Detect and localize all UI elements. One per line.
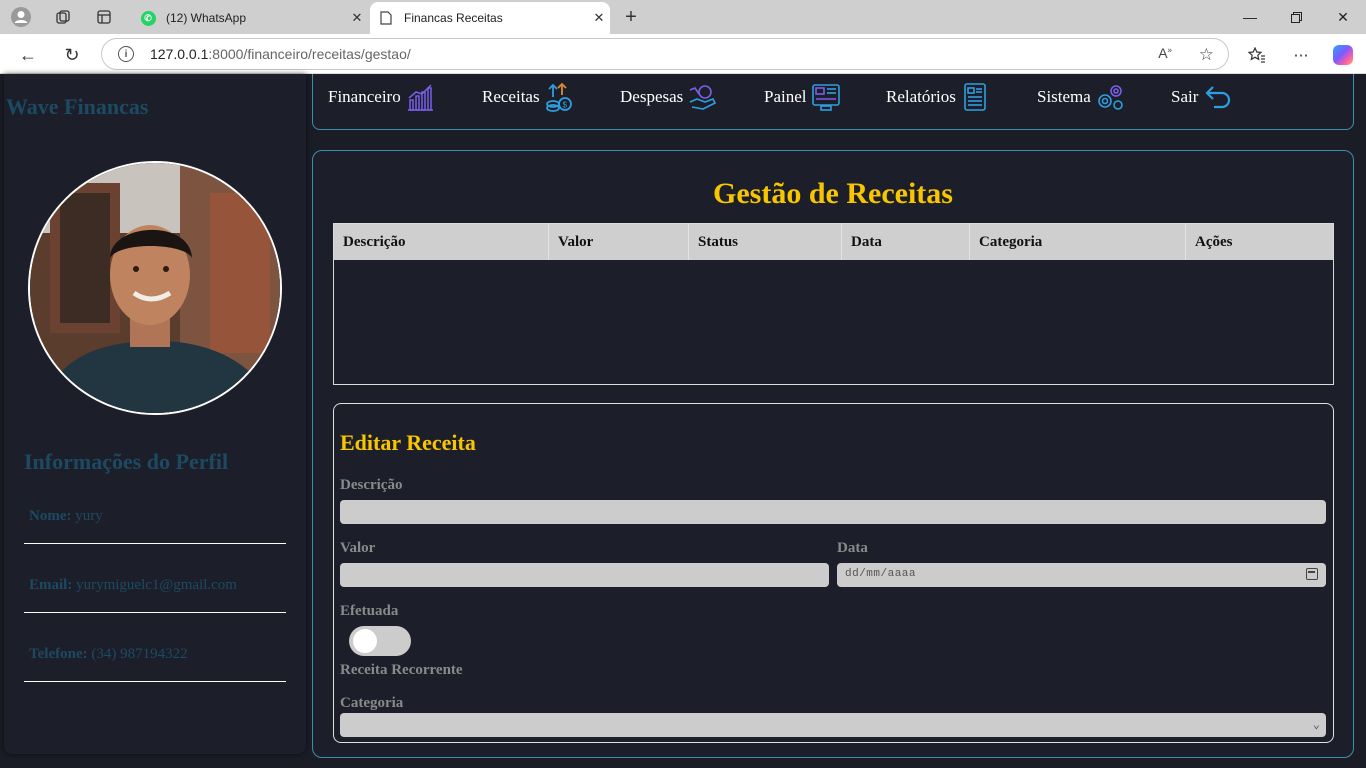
url-field[interactable]: i 127.0.0.1:8000/financeiro/receitas/ges… [101,38,1229,70]
nav-receitas[interactable]: Receitas $ [482,82,574,112]
nav-despesas[interactable]: Despesas [620,82,717,112]
profile-email-row: Email: yurymiguelc1@gmail.com [24,577,286,613]
category-label: Categoria [340,695,404,711]
name-label: Nome: [29,508,72,524]
nav-label: Despesas [620,87,684,106]
tab-whatsapp[interactable]: ✆ (12) WhatsApp ✕ [132,2,368,34]
tab-financas-receitas[interactable]: Financas Receitas ✕ [370,2,610,34]
nav-relatorios[interactable]: Relatórios [886,82,990,112]
nav-label: Sistema [1037,87,1091,106]
minimize-icon[interactable]: — [1227,0,1273,34]
category-select[interactable]: ⌄ [340,713,1326,737]
email-label: Email: [29,577,73,593]
nav-label: Receitas [482,87,540,106]
column-header: Data [842,224,970,260]
done-toggle[interactable] [349,626,411,656]
date-placeholder: dd/mm/aaaa [845,568,917,580]
profile-phone-row: Telefone: (34) 987194322 [24,646,286,682]
email-value: yurymiguelc1@gmail.com [76,577,237,593]
new-tab-icon[interactable]: + [620,6,642,28]
close-window-icon[interactable]: ✕ [1320,0,1366,34]
column-header: Status [689,224,842,260]
address-bar: ← ↻ i 127.0.0.1:8000/financeiro/receitas… [0,34,1366,74]
value-input[interactable] [340,563,829,587]
dashboard-icon [811,82,841,112]
svg-text:$: $ [562,101,567,110]
date-label: Data [837,540,868,556]
hand-coin-icon [687,82,717,112]
brand-title: Wave Financas [6,94,149,119]
url-text: 127.0.0.1:8000/financeiro/receitas/gesta… [150,46,411,62]
favorite-star-icon[interactable]: ☆ [1199,45,1214,65]
page: Wave Financas Informações do Perfil Nome… [0,74,1366,768]
description-label: Descrição [340,477,403,493]
nav-label: Financeiro [328,87,401,106]
close-icon[interactable]: ✕ [346,10,368,26]
read-aloud-icon[interactable]: A» [1158,45,1172,61]
column-header: Valor [549,224,689,260]
profile-icon[interactable] [10,6,32,28]
main-panel: Gestão de Receitas Descrição Valor Statu… [312,150,1354,758]
profile-info-title: Informações do Perfil [24,449,229,474]
date-input[interactable]: dd/mm/aaaa [837,563,1326,587]
report-icon [960,82,990,112]
table-header: Descrição Valor Status Data Categoria Aç… [334,224,1333,260]
tab-actions-icon[interactable] [93,6,115,28]
coins-up-icon: $ [544,82,574,112]
name-value: yury [75,508,103,524]
browser-tab-bar: ✆ (12) WhatsApp ✕ Financas Receitas ✕ + … [0,0,1366,34]
tab-title: Financas Receitas [404,11,503,25]
nav-financeiro[interactable]: Financeiro [328,82,435,112]
info-icon[interactable]: i [118,46,134,62]
chart-icon [405,82,435,112]
toggle-knob [353,629,377,653]
copilot-icon[interactable] [1331,43,1355,67]
workspaces-icon[interactable] [52,6,74,28]
whatsapp-icon: ✆ [140,10,156,26]
return-icon [1202,82,1232,112]
form-title: Editar Receita [340,430,476,455]
column-header: Ações [1195,234,1233,250]
reload-icon[interactable]: ↻ [59,42,85,68]
restore-icon[interactable] [1273,0,1319,34]
phone-label: Telefone: [29,646,88,662]
top-nav: Financeiro Receitas $ Despesas Painel Re… [312,74,1354,130]
income-table: Descrição Valor Status Data Categoria Aç… [333,223,1334,385]
nav-label: Painel [764,87,807,106]
tab-title: (12) WhatsApp [166,11,247,25]
sidebar: Wave Financas Informações do Perfil Nome… [4,74,306,754]
back-icon[interactable]: ← [15,42,41,68]
nav-label: Relatórios [886,87,956,106]
favorites-icon[interactable] [1245,43,1269,67]
nav-sistema[interactable]: Sistema [1037,82,1125,112]
recurring-label: Receita Recorrente [340,662,463,678]
more-options-icon[interactable]: ⋯ [1289,43,1313,67]
column-header: Descrição [334,224,549,260]
calendar-icon[interactable] [1306,568,1318,580]
phone-value: (34) 987194322 [91,646,188,662]
column-header: Categoria [970,224,1186,260]
gears-icon [1095,82,1125,112]
close-icon[interactable]: ✕ [588,10,610,26]
page-icon [378,10,394,26]
nav-sair[interactable]: Sair [1171,82,1232,112]
nav-painel[interactable]: Painel [764,82,841,112]
edit-income-form: Editar Receita Descrição Valor Data dd/m… [333,403,1334,743]
done-label: Efetuada [340,603,399,619]
value-label: Valor [340,540,376,556]
chevron-down-icon: ⌄ [1312,718,1320,732]
page-title: Gestão de Receitas [713,177,953,210]
profile-name-row: Nome: yury [24,508,286,544]
avatar [28,161,282,415]
description-input[interactable] [340,500,1326,524]
nav-label: Sair [1171,87,1199,106]
